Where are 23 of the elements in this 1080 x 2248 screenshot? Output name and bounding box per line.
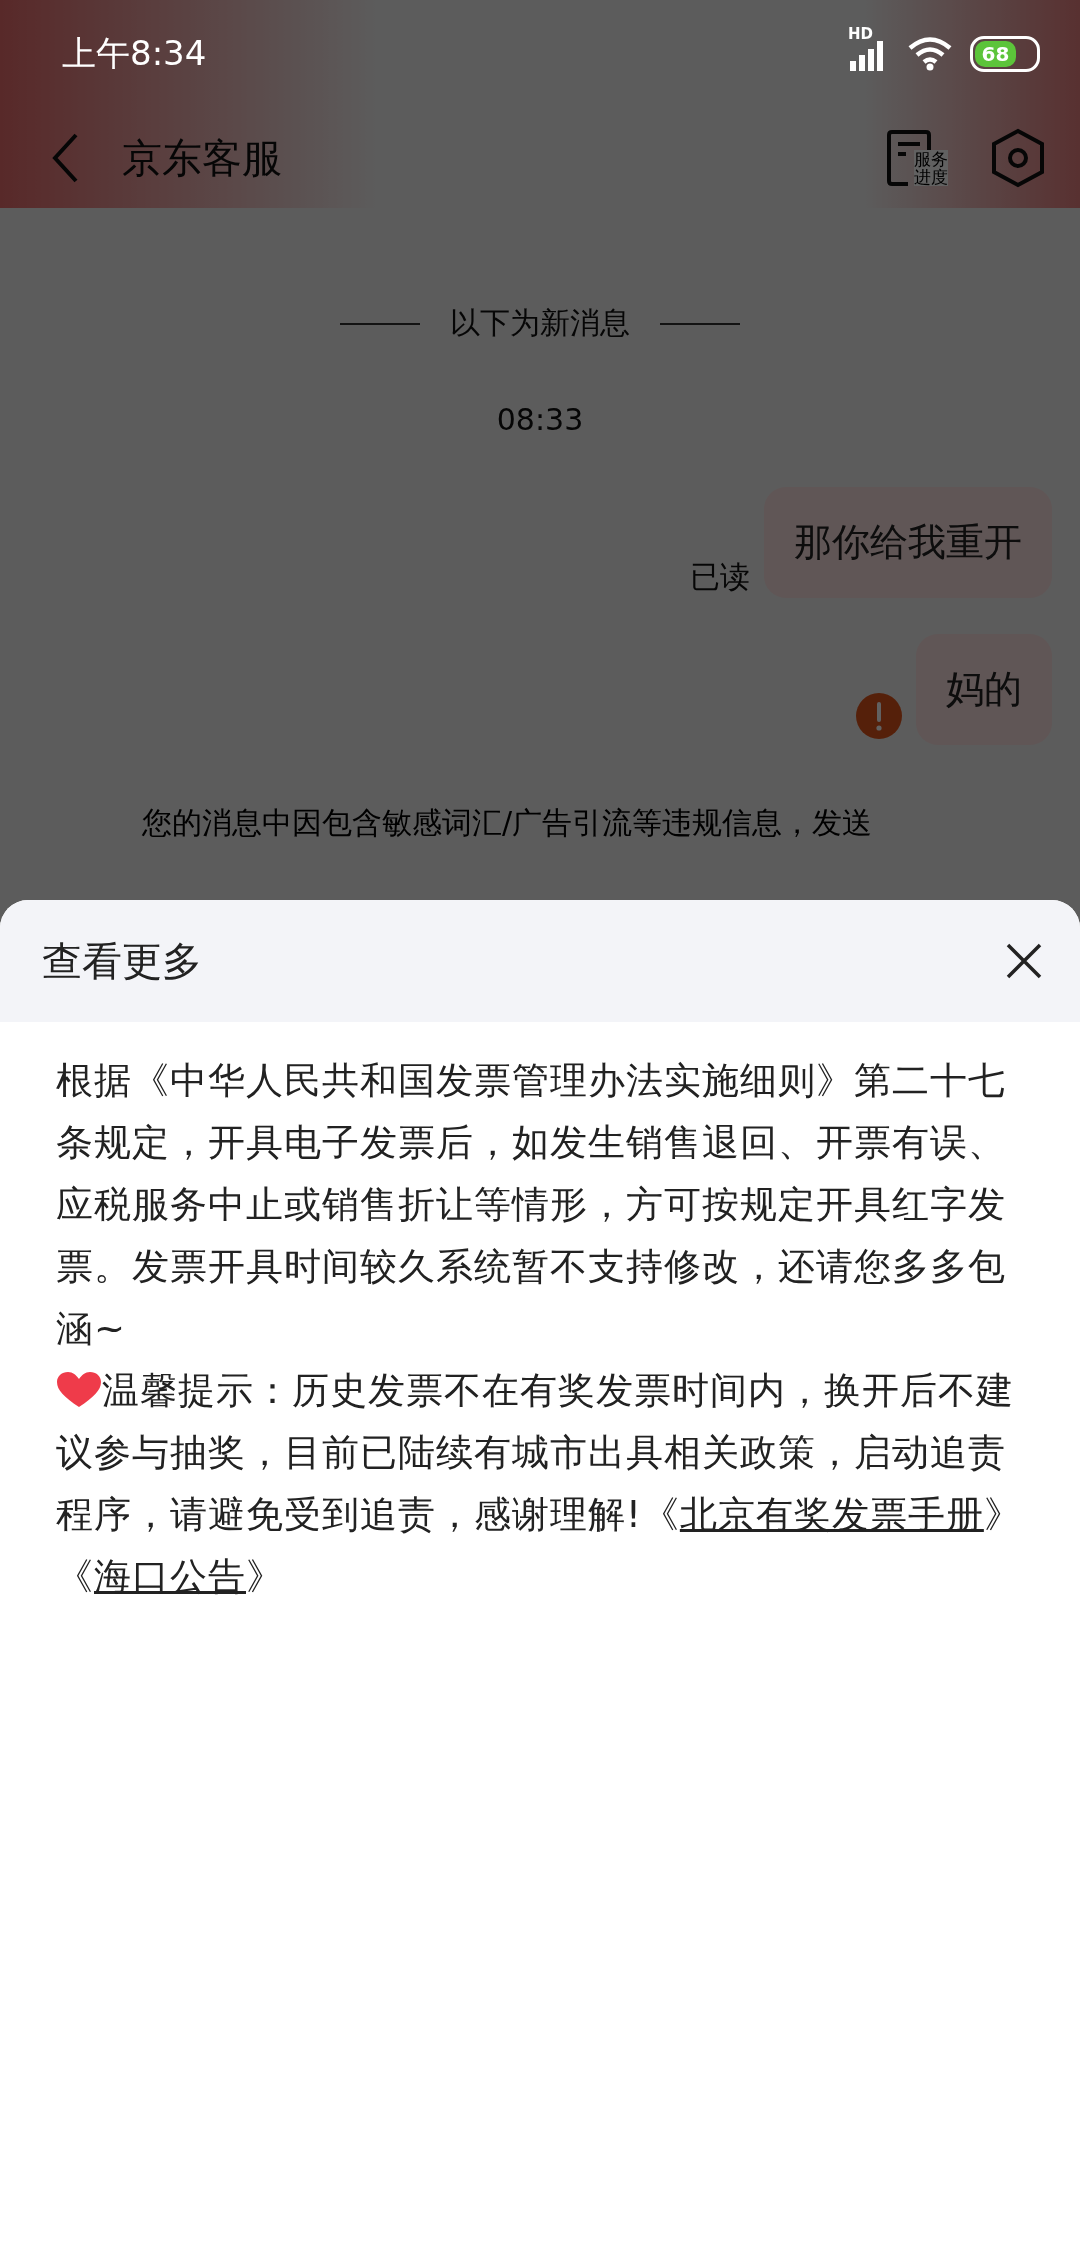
status-time: 上午8:34 [62, 32, 207, 75]
settings-icon[interactable] [990, 128, 1046, 188]
page-title: 京东客服 [122, 133, 283, 183]
message-bubble: 妈的 [916, 634, 1052, 745]
new-messages-divider: 以下为新消息 [450, 304, 630, 342]
document-link[interactable]: 海口公告 [94, 1555, 246, 1598]
wifi-icon [908, 37, 952, 71]
heart-icon [56, 1371, 102, 1409]
read-receipt: 已读 [690, 558, 750, 596]
warning-icon[interactable] [856, 693, 902, 739]
document-link[interactable]: 北京有奖发票手册 [679, 1493, 984, 1536]
system-notice: 您的消息中因包含敏感词汇/广告引流等违规信息，发送 [142, 804, 874, 842]
service-label: 服务 [914, 150, 948, 168]
sheet-title: 查看更多 [42, 936, 202, 986]
message-time: 08:33 [495, 402, 585, 437]
message-bubble: 那你给我重开 [764, 487, 1052, 598]
close-icon[interactable] [1006, 943, 1042, 979]
battery-level: 68 [975, 41, 1016, 67]
network-label: HD [848, 25, 873, 43]
body-text: 根据《中华人民共和国发票管理办法实施细则》第二十七条规定，开具电子发票后，如发生销售退回、开票有误、应税服务中止或销售折让等情形，方可按规定开具红字发票。发票开具时间较久系统暂不支持修改，还请您多多包涵~ [56, 1058, 1007, 1352]
body-text: 温馨提示：历史发票不在有奖发票时间内，换开后不建议参与抽奖，目前已陆续有城市出具相关政策，启动追责程序，请避免受到追责，感谢理解!《北京有奖发票手册》《海口公告》 [56, 1368, 1023, 1600]
service-label: 进度 [914, 168, 948, 186]
back-icon[interactable] [50, 132, 80, 184]
